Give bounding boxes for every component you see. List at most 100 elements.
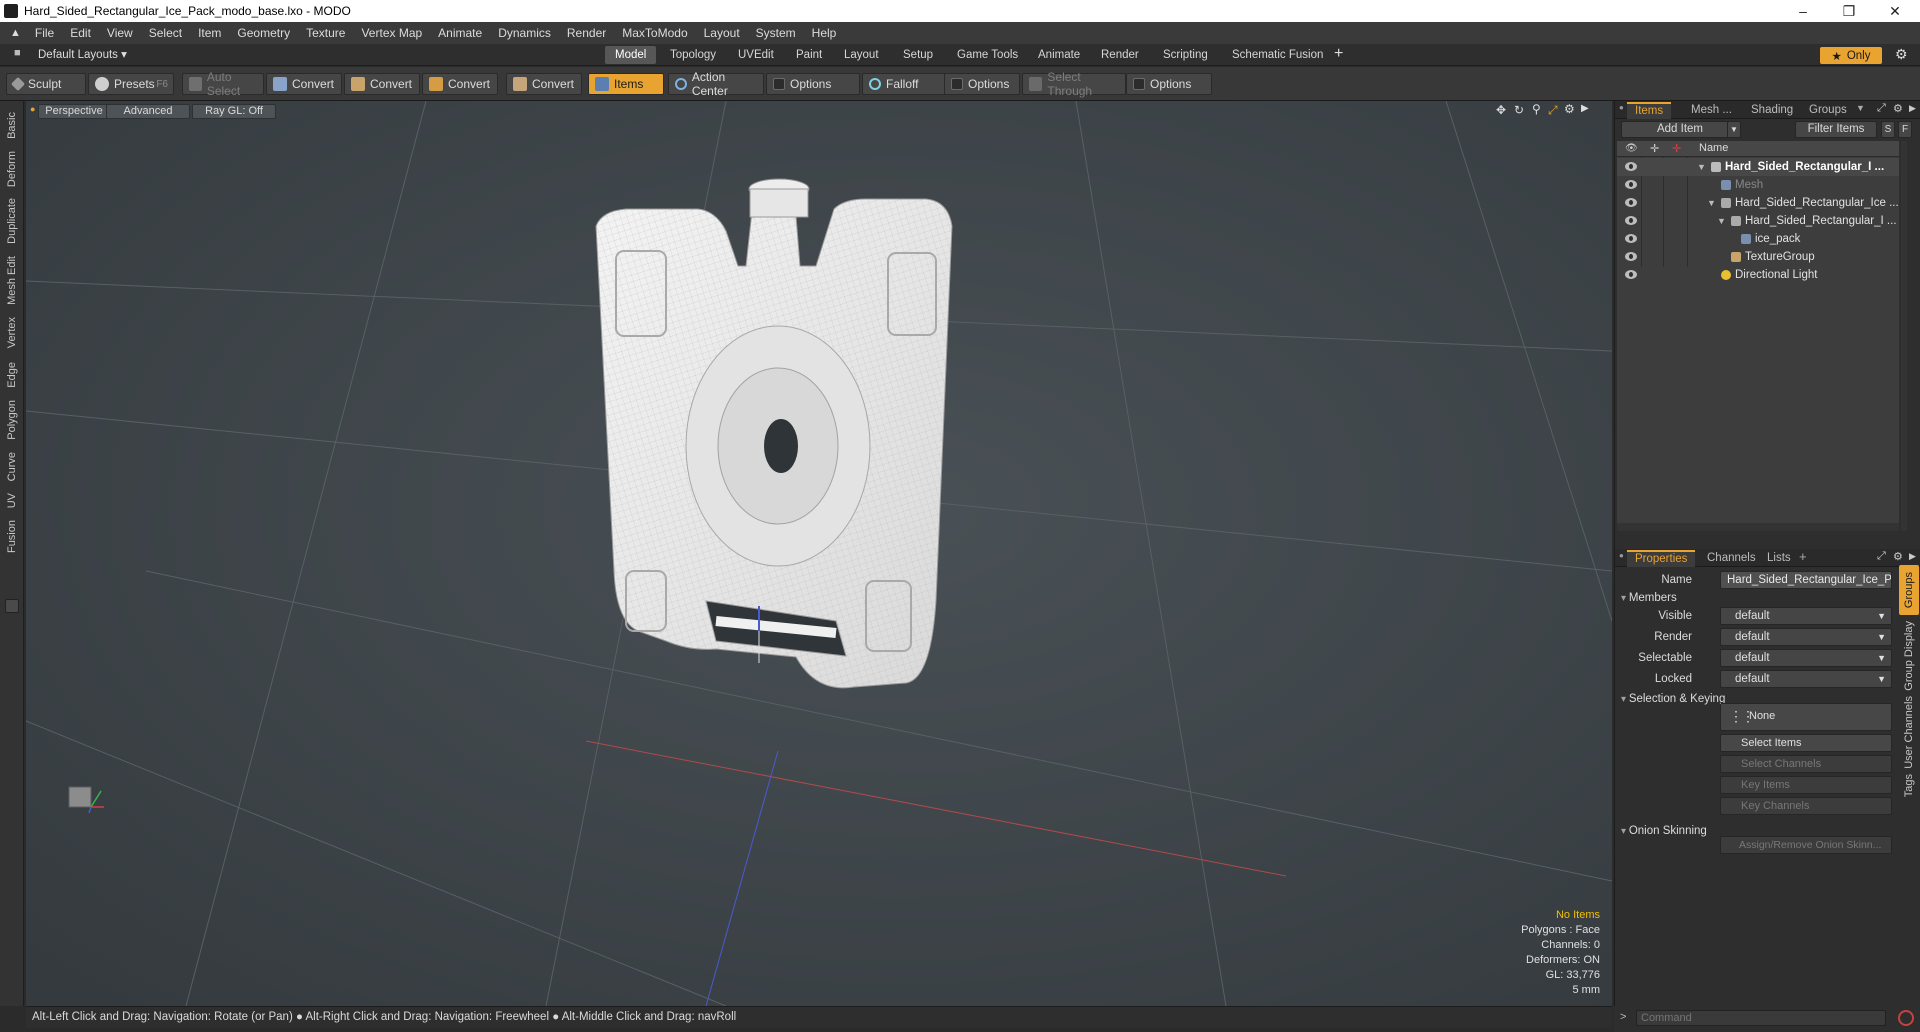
items-mode-button[interactable]: Items [588, 73, 664, 95]
side-tab-user-channels[interactable]: User Channels [1899, 695, 1919, 769]
layout-pin-icon[interactable]: ▲ [0, 27, 27, 39]
tree-row-group[interactable]: ▼ Hard_Sided_Rectangular_I ... [1617, 212, 1899, 230]
select-channels-button[interactable]: Select Channels [1720, 755, 1892, 773]
tree-row-mesh[interactable]: Mesh [1617, 176, 1899, 194]
tab-lists[interactable]: Lists [1759, 550, 1799, 567]
expand-arrow-icon[interactable]: ▼ [1697, 158, 1706, 176]
panel-maximize-icon[interactable]: ⤢ [1877, 550, 1886, 563]
raygl-toggle[interactable]: Ray GL: Off [192, 104, 276, 119]
panel-arrow-icon[interactable]: ▶ [1909, 103, 1916, 114]
tab-setup[interactable]: Setup [893, 46, 943, 64]
viewport-menu-dot-icon[interactable]: ● [30, 104, 35, 114]
selectable-dropdown[interactable]: default ▼ [1720, 649, 1892, 667]
visible-dropdown[interactable]: default ▼ [1720, 607, 1892, 625]
name-column-header[interactable]: Name [1699, 142, 1728, 154]
select-through-options-button[interactable]: Options [1126, 73, 1212, 95]
tabs-overflow-icon[interactable]: ▼ [1856, 103, 1865, 113]
select-items-button[interactable]: Select Items [1720, 734, 1892, 752]
tab-animate[interactable]: Animate [1028, 46, 1090, 64]
convert-vertex-button[interactable]: Convert [266, 73, 342, 95]
select-through-button[interactable]: Select Through [1022, 70, 1126, 98]
menu-maxtomodo[interactable]: MaxToModo [614, 26, 695, 40]
menu-help[interactable]: Help [804, 26, 845, 40]
gear-icon[interactable]: ⚙ [1895, 46, 1908, 63]
tab-basic[interactable]: Basic [2, 105, 22, 145]
menu-geometry[interactable]: Geometry [229, 26, 298, 40]
tab-uvedit[interactable]: UVEdit [728, 46, 784, 64]
expand-arrow-icon[interactable]: ▼ [1707, 194, 1716, 212]
add-item-dropdown-icon[interactable]: ▼ [1727, 121, 1741, 138]
close-button[interactable]: ✕ [1872, 0, 1918, 22]
tab-fusion[interactable]: Fusion [2, 515, 22, 559]
tab-render[interactable]: Render [1091, 46, 1149, 64]
convert-polygon-button[interactable]: Convert [422, 73, 498, 95]
minimize-button[interactable]: – [1780, 0, 1826, 22]
panel-menu-dot-icon[interactable]: ● [1619, 551, 1624, 560]
tree-row-locator[interactable]: ▼ Hard_Sided_Rectangular_Ice ... [1617, 194, 1899, 212]
pan-icon[interactable]: ✥ [1496, 103, 1506, 117]
command-input[interactable] [1636, 1010, 1886, 1026]
add-layout-tab-icon[interactable]: + [1334, 45, 1343, 63]
presets-button[interactable]: Presets F6 [88, 73, 174, 95]
item-list-hscrollbar[interactable] [1617, 523, 1899, 531]
left-panel-toggle[interactable] [5, 599, 19, 613]
tab-uv[interactable]: UV [2, 489, 22, 513]
tree-row-scene[interactable]: ▼ Hard_Sided_Rectangular_I ... [1617, 158, 1899, 176]
tree-row-texture-group[interactable]: TextureGroup [1617, 248, 1899, 266]
visibility-eye-icon[interactable] [1625, 180, 1637, 189]
tab-duplicate[interactable]: Duplicate [2, 193, 22, 249]
menu-animate[interactable]: Animate [430, 26, 490, 40]
menu-edit[interactable]: Edit [62, 26, 99, 40]
tab-model[interactable]: Model [605, 46, 657, 64]
panel-gear-icon[interactable]: ⚙ [1893, 102, 1903, 115]
tab-groups[interactable]: Groups [1801, 102, 1855, 119]
3d-viewport[interactable]: ● Perspective Advanced Ray GL: Off ✥ ↻ ⚲… [26, 101, 1612, 1006]
view-mode-dropdown[interactable]: Perspective [38, 104, 110, 119]
filter-f-button[interactable]: F [1898, 121, 1912, 138]
side-tab-group-display[interactable]: Group Display [1899, 619, 1919, 693]
menu-view[interactable]: View [99, 26, 141, 40]
visibility-eye-icon[interactable] [1625, 252, 1637, 261]
visibility-eye-icon[interactable] [1625, 216, 1637, 225]
only-toggle-button[interactable]: ★ Only [1820, 47, 1882, 64]
side-tab-groups[interactable]: Groups [1899, 565, 1919, 615]
falloff-options-button[interactable]: Options [944, 73, 1020, 95]
shading-mode-dropdown[interactable]: Advanced [106, 104, 190, 119]
tab-properties[interactable]: Properties [1627, 550, 1696, 567]
visibility-eye-icon[interactable] [1625, 162, 1637, 171]
tab-shading[interactable]: Shading [1743, 102, 1801, 119]
tab-edge[interactable]: Edge [2, 357, 22, 393]
menu-vertex-map[interactable]: Vertex Map [353, 26, 430, 40]
expand-arrow-icon[interactable]: ▼ [1717, 212, 1726, 230]
selection-set-none-button[interactable]: ⋮⋮ None [1720, 703, 1892, 731]
visibility-eye-icon[interactable] [1625, 234, 1637, 243]
fit-view-icon[interactable]: ⤢ [1548, 103, 1558, 118]
tab-mesh[interactable]: Mesh ... [1683, 102, 1740, 119]
panel-gear-icon[interactable]: ⚙ [1893, 550, 1903, 563]
item-list-vscrollbar[interactable] [1901, 141, 1907, 531]
menu-system[interactable]: System [748, 26, 804, 40]
tab-scripting[interactable]: Scripting [1153, 46, 1218, 64]
menu-file[interactable]: File [27, 26, 62, 40]
menu-texture[interactable]: Texture [298, 26, 353, 40]
tab-curve[interactable]: Curve [2, 447, 22, 487]
add-item-button[interactable]: Add Item [1621, 121, 1739, 138]
selection-keying-section[interactable]: Selection & Keying [1621, 693, 1726, 705]
search-s-button[interactable]: S [1881, 121, 1895, 138]
menu-dynamics[interactable]: Dynamics [490, 26, 559, 40]
action-center-button[interactable]: Action Center [668, 70, 764, 98]
assign-remove-onion-button[interactable]: Assign/Remove Onion Skinn... [1720, 836, 1892, 854]
visibility-eye-icon[interactable] [1625, 270, 1637, 279]
side-tab-tags[interactable]: Tags [1899, 771, 1919, 801]
key-items-button[interactable]: Key Items [1720, 776, 1892, 794]
layout-lock-icon[interactable]: ■ [14, 47, 21, 59]
tab-layout[interactable]: Layout [834, 46, 889, 64]
tree-row-ice-pack[interactable]: ice_pack [1617, 230, 1899, 248]
key-channels-button[interactable]: Key Channels [1720, 797, 1892, 815]
tab-channels[interactable]: Channels [1699, 550, 1764, 567]
panel-menu-dot-icon[interactable]: ● [1619, 103, 1624, 112]
tab-vertex[interactable]: Vertex [2, 311, 22, 355]
menu-layout[interactable]: Layout [696, 26, 748, 40]
add-tab-icon[interactable]: + [1799, 549, 1807, 564]
tab-items[interactable]: Items [1627, 102, 1672, 119]
